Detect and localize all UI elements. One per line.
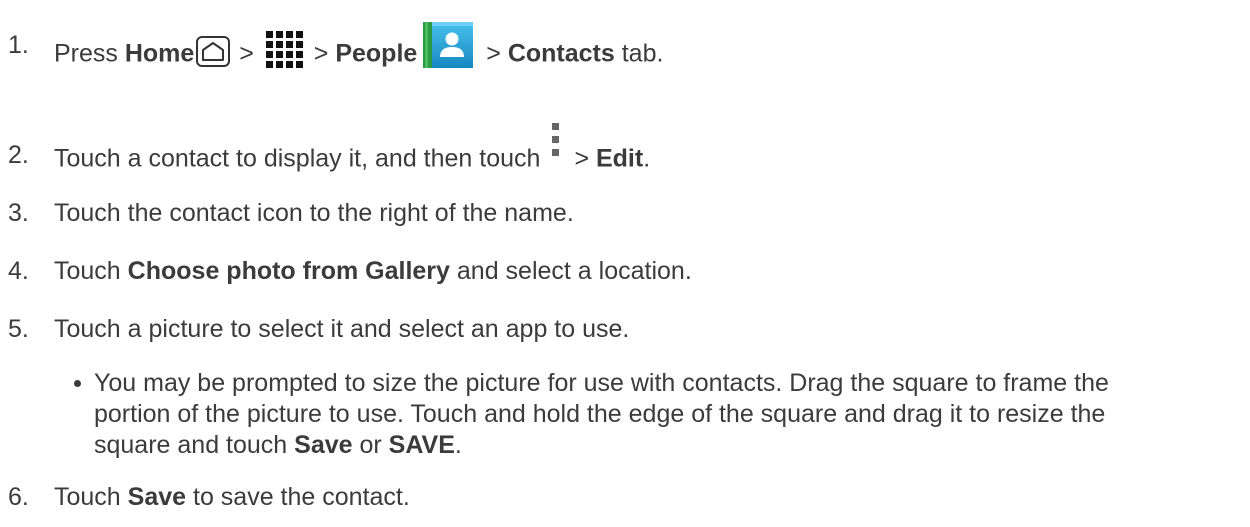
apps-grid-icon xyxy=(265,30,303,68)
save-label: Save xyxy=(294,431,353,459)
step-text-part: to save the contact. xyxy=(186,483,410,511)
bullet-text-part: . xyxy=(454,431,462,459)
contacts-label: Contacts xyxy=(507,39,615,68)
bullet-text-part: square and touch xyxy=(94,431,295,459)
step-text: Touch a picture to select it and select … xyxy=(54,315,630,343)
bullet-line: You may be prompted to size the picture … xyxy=(94,369,1109,397)
bullet-text-part: or xyxy=(352,431,389,459)
step-text: Touch Save to save the contact. xyxy=(54,482,410,512)
save-caps-label: SAVE xyxy=(388,431,455,459)
step-number: 5. xyxy=(8,315,29,343)
step-text-part: Touch xyxy=(54,483,128,511)
step-text: Touch Choose photo from Gallery and sele… xyxy=(54,256,692,286)
step-text-part: Press xyxy=(54,39,125,68)
separator: > xyxy=(479,39,508,68)
bullet-note: You may be prompted to size the picture … xyxy=(74,368,1234,461)
separator: > xyxy=(232,39,261,68)
separator: > xyxy=(574,144,596,173)
step-number: 3. xyxy=(8,199,29,227)
step-text-part: . xyxy=(643,144,651,173)
choose-photo-label: Choose photo from Gallery xyxy=(127,257,450,285)
step-number: 4. xyxy=(8,257,29,285)
step-text-part: tab. xyxy=(614,39,664,68)
home-key-icon xyxy=(196,35,231,67)
step-number: 6. xyxy=(8,483,29,511)
bullet-line: portion of the picture to use. Touch and… xyxy=(94,400,1106,428)
people-label: People xyxy=(335,39,418,68)
separator: > xyxy=(306,39,336,68)
bullet-dot xyxy=(74,380,81,387)
step-text: Press Home > > People > Contacts tab. xyxy=(54,22,664,80)
menu-dots-icon xyxy=(550,122,562,162)
step-number: 2. xyxy=(8,141,29,169)
step-text: Touch the contact icon to the right of t… xyxy=(54,199,574,227)
step-text-part: and select a location. xyxy=(449,257,692,285)
step-text-part: Touch xyxy=(54,257,128,285)
bullet-line: square and touch Save or SAVE. xyxy=(94,430,1234,461)
save-label: Save xyxy=(127,483,187,511)
home-label: Home xyxy=(124,39,195,68)
step-text-part: Touch a contact to display it, and then … xyxy=(54,144,541,173)
step-text: Touch a contact to display it, and then … xyxy=(54,123,651,180)
people-app-icon xyxy=(423,20,474,70)
step-number: 1. xyxy=(8,31,29,59)
edit-label: Edit xyxy=(595,144,644,173)
